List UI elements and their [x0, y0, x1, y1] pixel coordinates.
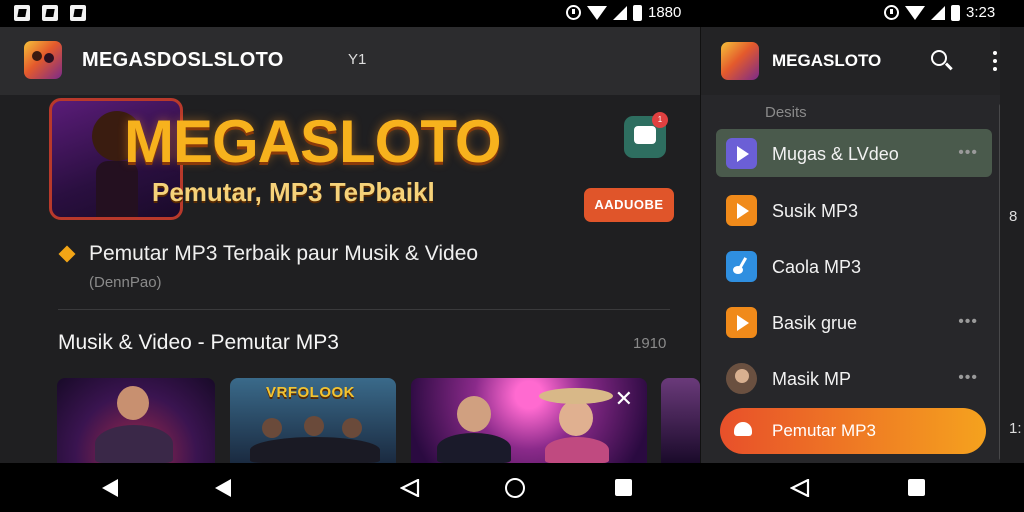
divider — [58, 309, 670, 310]
wifi-icon — [905, 5, 925, 20]
cloud-icon — [734, 422, 752, 436]
singer-head — [559, 400, 593, 436]
drawer-title: MEGASLOTO — [772, 51, 882, 70]
music-icon — [726, 251, 757, 282]
chat-icon — [634, 126, 656, 144]
hat — [539, 388, 613, 404]
video-thumbnail[interactable]: ✕ — [411, 378, 647, 463]
cta-label: Pemutar MP3 — [772, 421, 876, 440]
app-bar: MEGASDOSLSLOTO Y1 — [0, 27, 700, 95]
close-icon[interactable]: ✕ — [615, 386, 633, 412]
drawer-item-masik-mp[interactable]: Masik MP ••• — [716, 354, 992, 402]
drawer-header: MEGASLOTO — [701, 27, 1001, 95]
home-icon[interactable] — [505, 478, 525, 498]
band-member-head — [342, 418, 362, 438]
band-bodies — [250, 437, 380, 463]
play-icon — [726, 307, 757, 338]
back-icon[interactable] — [215, 479, 231, 497]
edge-number: 8 — [1009, 208, 1018, 225]
band-member-head — [262, 418, 282, 438]
battery-icon — [951, 4, 960, 21]
drawer-item-label: Basik grue — [772, 313, 858, 333]
more-icon[interactable]: ••• — [958, 144, 978, 162]
alarm-icon — [884, 5, 899, 20]
header-action-button[interactable]: Y1 — [348, 51, 366, 68]
brand-subtitle: Pemutar, MP3 TePbaikl — [152, 177, 435, 207]
app-notification-icon — [70, 5, 86, 21]
signal-icon — [613, 5, 627, 20]
notification-icons — [14, 5, 86, 21]
drawer-section-label: Desits — [765, 104, 807, 121]
singer-head — [457, 396, 491, 432]
navigation-drawer: MEGASLOTO Desits Mugas & LVdeo ••• Susik… — [700, 27, 1003, 463]
notification-badge: 1 — [652, 112, 668, 128]
brand-title: MEGASLOTO — [124, 108, 502, 175]
status-time-right: 3:23 — [966, 4, 996, 21]
status-time-left: 1880 — [648, 4, 682, 21]
section-title: Musik & Video - Pemutar MP3 — [58, 331, 339, 354]
wifi-icon — [587, 5, 607, 20]
alarm-icon — [566, 5, 581, 20]
drawer-item-caola-mp3[interactable]: Caola MP3 — [716, 242, 992, 290]
video-thumbnail[interactable] — [661, 378, 700, 463]
banner-action-button[interactable]: AADUOBE — [584, 188, 674, 222]
edge-number: 1: — [1009, 420, 1022, 437]
status-right-left: 1880 — [566, 4, 681, 21]
chat-button[interactable]: 1 — [624, 112, 668, 158]
band-member-head — [304, 416, 324, 436]
section-count: 1910 — [633, 335, 667, 352]
tagline-text: Pemutar MP3 Terbaik paur Musik & Video — [89, 242, 479, 265]
app-logo-icon[interactable] — [24, 41, 62, 79]
video-thumbnail[interactable] — [57, 378, 215, 463]
drawer-item-label: Caola MP3 — [772, 257, 862, 277]
singer-head — [117, 386, 149, 420]
drawer-item-label: Mugas & LVdeo — [772, 144, 899, 164]
back-icon[interactable] — [102, 479, 118, 497]
status-right-right: 3:23 — [884, 4, 995, 21]
diamond-icon — [58, 245, 76, 263]
search-icon[interactable] — [931, 50, 947, 66]
gallery-notification-icon — [42, 5, 58, 21]
thumbnail-title: VRFOLOOK — [266, 384, 355, 401]
main-content: MEGASLOTO Pemutar, MP3 TePbaikl 1 AADUOB… — [0, 95, 700, 463]
play-icon — [726, 195, 757, 226]
back-outline-icon[interactable] — [400, 479, 420, 497]
notification-icon — [14, 5, 30, 21]
singer-body — [95, 425, 173, 463]
singer-body — [437, 433, 511, 463]
navigation-bar — [0, 463, 1024, 512]
video-thumbnail[interactable]: VRFOLOOK — [230, 378, 396, 463]
pemutar-mp3-button[interactable]: Pemutar MP3 — [720, 408, 986, 454]
drawer-logo-icon[interactable] — [721, 42, 759, 80]
drawer-item-susik-mp3[interactable]: Susik MP3 — [716, 186, 992, 234]
drawer-item-label: Susik MP3 — [772, 201, 859, 221]
recents-icon[interactable] — [615, 479, 632, 496]
more-options-icon[interactable] — [993, 51, 997, 71]
tagline-subtext: (DennPao) — [89, 274, 162, 291]
background-app-edge — [1000, 27, 1024, 463]
singer-body — [545, 437, 609, 463]
recents-icon[interactable] — [908, 479, 925, 496]
back-outline-icon[interactable] — [790, 479, 810, 497]
drawer-item-label: Masik MP — [772, 369, 852, 389]
more-icon[interactable]: ••• — [958, 369, 978, 387]
signal-icon — [931, 5, 945, 20]
more-icon[interactable]: ••• — [958, 313, 978, 331]
avatar-icon — [726, 363, 757, 394]
play-icon — [726, 138, 757, 169]
drawer-item-mugas-video[interactable]: Mugas & LVdeo ••• — [716, 129, 992, 177]
status-bar: 1880 3:23 — [0, 0, 1024, 27]
battery-icon — [633, 4, 642, 21]
drawer-item-basik-grue[interactable]: Basik grue ••• — [716, 298, 992, 346]
app-title: MEGASDOSLSLOTO — [82, 49, 284, 71]
